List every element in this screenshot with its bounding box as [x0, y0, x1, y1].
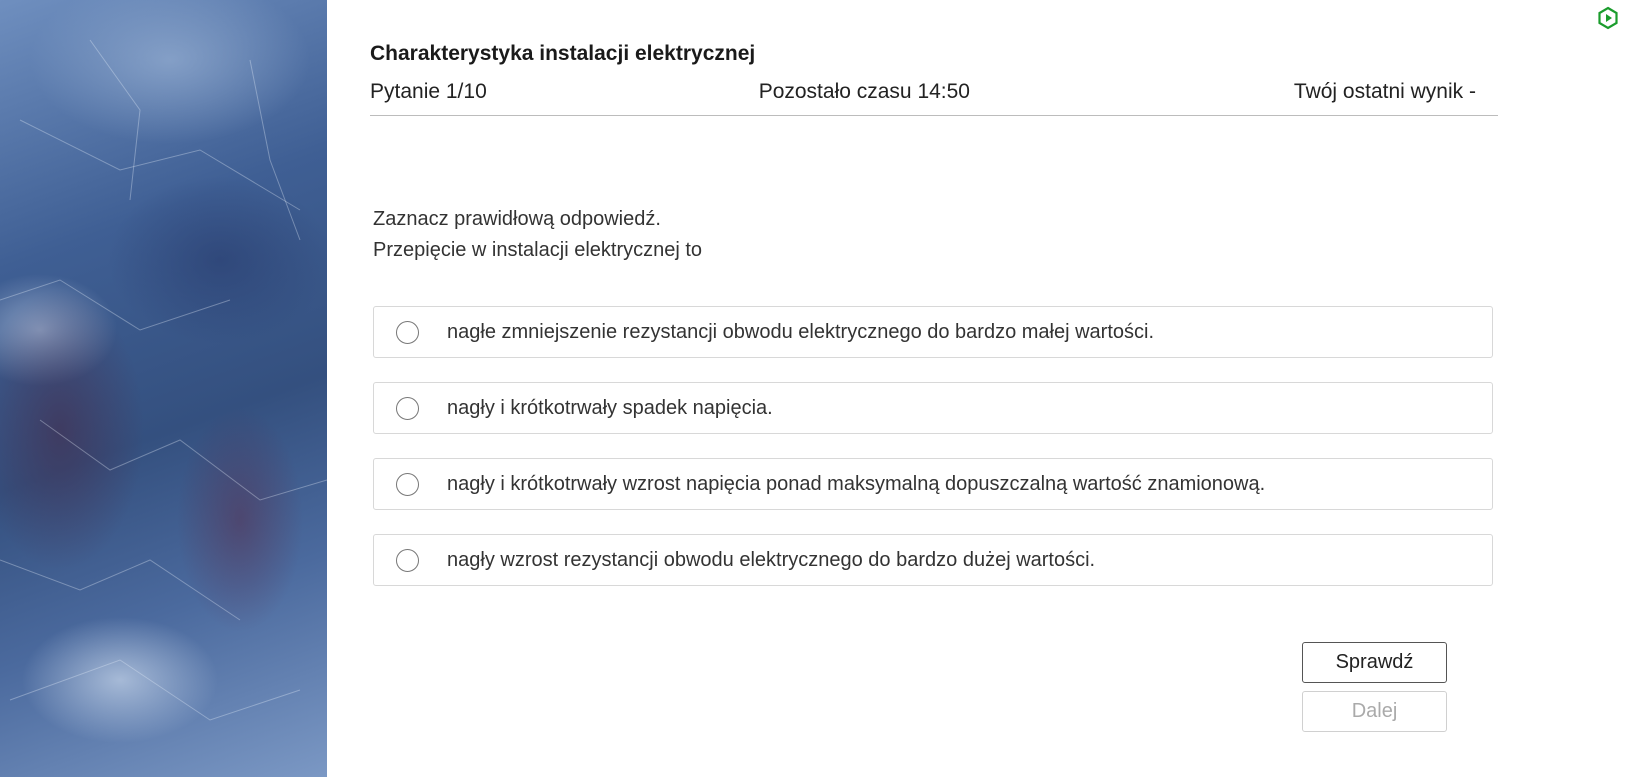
answer-option[interactable]: nagły i krótkotrwały wzrost napięcia pon… [373, 458, 1493, 510]
answer-label: nagłe zmniejszenie rezystancji obwodu el… [447, 320, 1155, 343]
decorative-side-image [0, 0, 327, 777]
action-buttons: Sprawdź Dalej [1302, 642, 1447, 740]
marble-texture-lines [0, 39, 327, 721]
question-instruction: Zaznacz prawidłową odpowiedź. [373, 208, 661, 230]
question-counter: Pytanie 1/10 [370, 80, 487, 103]
question-text: Przepięcie w instalacji elektrycznej to [373, 239, 703, 261]
answer-label: nagły i krótkotrwały spadek napięcia. [447, 396, 773, 419]
answer-option[interactable]: nagły i krótkotrwały spadek napięcia. [373, 382, 1493, 434]
question-block: Zaznacz prawidłową odpowiedź. Przepięcie… [373, 204, 1498, 266]
answer-option[interactable]: nagły wzrost rezystancji obwodu elektryc… [373, 534, 1493, 586]
quiz-panel: Charakterystyka instalacji elektrycznej … [370, 36, 1498, 610]
quiz-title: Charakterystyka instalacji elektrycznej [370, 42, 756, 65]
radio-button[interactable] [396, 320, 419, 344]
answer-option[interactable]: nagłe zmniejszenie rezystancji obwodu el… [373, 306, 1493, 358]
time-remaining: Pozostało czasu 14:50 [758, 80, 970, 103]
answer-list: nagłe zmniejszenie rezystancji obwodu el… [373, 306, 1498, 586]
answer-label: nagły wzrost rezystancji obwodu elektryc… [447, 548, 1096, 571]
next-button[interactable]: Dalej [1302, 691, 1447, 732]
check-button[interactable]: Sprawdź [1302, 642, 1447, 683]
radio-button[interactable] [396, 472, 419, 496]
radio-button[interactable] [396, 396, 419, 420]
quiz-status-bar: Pytanie 1/10 Pozostało czasu 14:50 Twój … [370, 76, 1498, 116]
radio-button[interactable] [396, 548, 419, 572]
hexagon-play-icon[interactable] [1597, 6, 1619, 30]
last-score: Twój ostatni wynik - [1293, 80, 1476, 103]
answer-label: nagły i krótkotrwały wzrost napięcia pon… [447, 472, 1266, 495]
